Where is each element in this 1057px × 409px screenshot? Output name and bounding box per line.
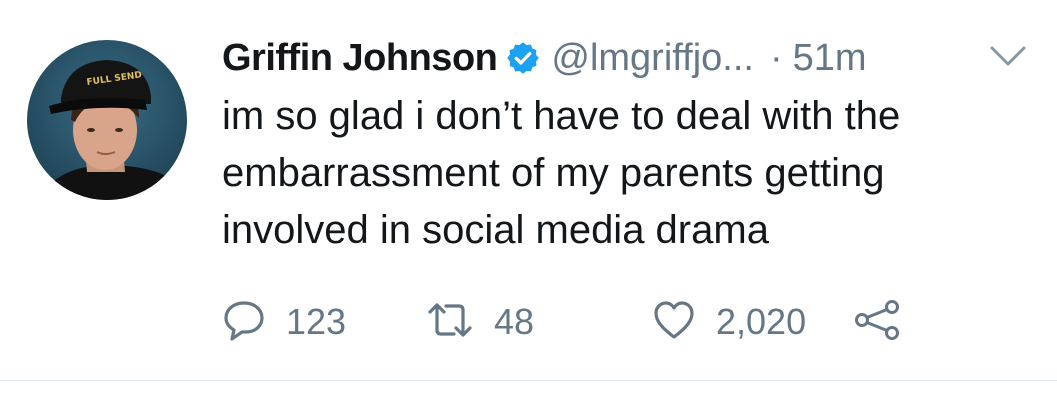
verified-badge-icon bbox=[505, 40, 541, 76]
timestamp[interactable]: 51m bbox=[793, 37, 867, 80]
tweet[interactable]: FULL SEND Griffin Johnson @lmgriffjo... … bbox=[0, 0, 1057, 409]
tweet-header: Griffin Johnson @lmgriffjo... · 51m bbox=[222, 36, 867, 80]
share-icon bbox=[852, 298, 902, 347]
display-name[interactable]: Griffin Johnson bbox=[222, 37, 498, 80]
chevron-down-icon[interactable] bbox=[988, 42, 1028, 70]
tweet-text: im so glad i don’t have to deal with the… bbox=[222, 88, 1022, 259]
like-count: 2,020 bbox=[716, 301, 807, 342]
tweet-text-line: embarrassment of my parents getting bbox=[222, 151, 885, 195]
tweet-text-line: involved in social media drama bbox=[222, 208, 769, 252]
retweet-button[interactable]: 48 bbox=[426, 296, 534, 348]
separator-dot: · bbox=[769, 36, 783, 79]
tweet-text-line: im so glad i don’t have to deal with the bbox=[222, 94, 901, 138]
heart-icon bbox=[652, 299, 696, 346]
divider bbox=[0, 380, 1057, 381]
retweet-icon bbox=[426, 300, 474, 345]
reply-button[interactable]: 123 bbox=[222, 296, 346, 348]
reply-count: 123 bbox=[286, 301, 347, 342]
tweet-actions: 123 48 2,020 bbox=[0, 296, 1057, 348]
retweet-count: 48 bbox=[494, 301, 535, 342]
share-button[interactable] bbox=[852, 296, 902, 348]
avatar[interactable]: FULL SEND bbox=[27, 40, 187, 200]
user-handle[interactable]: @lmgriffjo... bbox=[551, 37, 754, 80]
like-button[interactable]: 2,020 bbox=[652, 296, 806, 348]
reply-icon bbox=[222, 298, 266, 347]
